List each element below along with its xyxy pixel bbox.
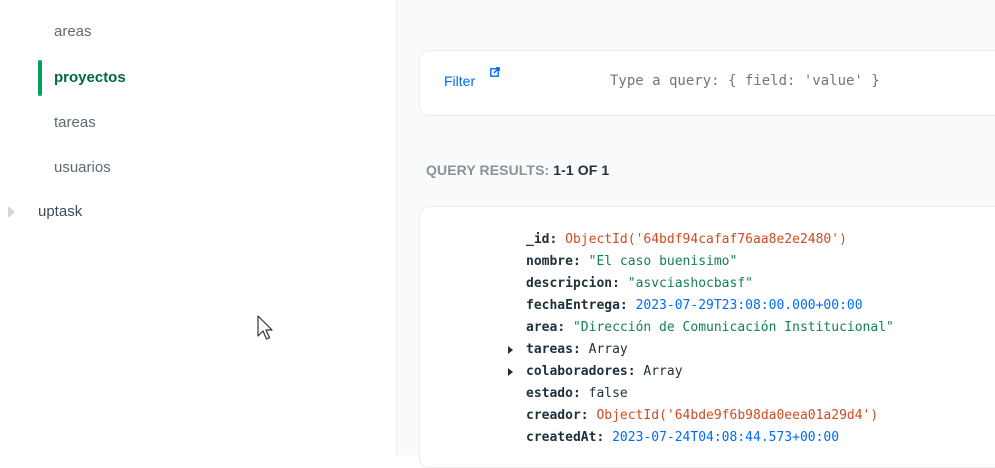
document-field: descripcion: "asvciashocbasf" [526,276,753,291]
sidebar-item-areas[interactable]: areas [54,20,92,44]
sidebar-item-proyectos[interactable]: proyectos [54,66,126,90]
caret-right-icon[interactable] [508,368,513,376]
mouse-cursor-icon [257,315,273,340]
results-count: 1-1 OF 1 [553,162,610,178]
document-card: _id: ObjectId('64bdf94cafaf76aa8e2e2480'… [419,206,995,468]
query-input[interactable] [610,73,995,89]
filter-bar: Filter [419,50,995,116]
query-results-label: QUERY RESULTS: 1-1 OF 1 [426,162,609,178]
document-field: nombre: "El caso buenisimo" [526,254,738,269]
document-field: area: "Dirección de Comunicación Institu… [526,320,894,335]
sidebar: areas proyectos tareas usuarios uptask [0,0,397,455]
active-indicator [38,60,42,96]
sidebar-database-uptask[interactable]: uptask [38,200,82,224]
results-title: QUERY RESULTS: [426,162,550,178]
main-panel: Filter QUERY RESULTS: 1-1 OF 1 _id: Obje… [397,0,995,468]
document-field-colaboradores[interactable]: colaboradores: Array [526,361,683,383]
caret-right-icon[interactable] [508,346,513,354]
sidebar-item-tareas[interactable]: tareas [54,111,96,135]
document-field-tareas[interactable]: tareas: Array [526,339,628,361]
document-field: fechaEntrega: 2023-07-29T23:08:00.000+00… [526,298,863,313]
document-field: estado: false [526,386,628,401]
caret-right-icon[interactable] [8,206,15,218]
document-field: creador: ObjectId('64bde9f6b98da0eea01a2… [526,408,879,423]
external-link-icon[interactable] [490,67,500,77]
document-field: createdAt: 2023-07-24T04:08:44.573+00:00 [526,430,840,445]
sidebar-item-usuarios[interactable]: usuarios [54,156,111,180]
document-field: _id: ObjectId('64bdf94cafaf76aa8e2e2480'… [526,232,847,247]
filter-link[interactable]: Filter [444,73,475,89]
